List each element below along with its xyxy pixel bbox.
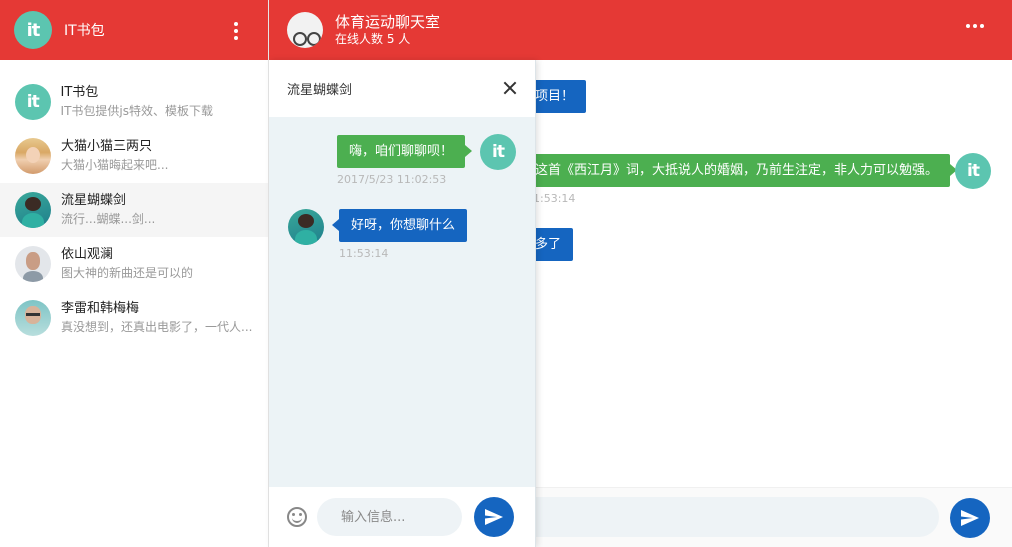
contact-name: 李雷和韩梅梅	[61, 301, 140, 316]
contact-item-it[interactable]: it IT书包 IT书包提供js特效、模板下载	[0, 75, 268, 129]
it-logo-avatar: it	[15, 84, 51, 120]
send-button[interactable]	[474, 497, 514, 537]
panel-header: 流星蝴蝶剑	[269, 60, 535, 117]
contact-last-message: 流行...蝴蝶...剑...	[61, 212, 156, 226]
room-menu-icon[interactable]	[966, 24, 984, 28]
sidebar-header: it IT书包	[0, 0, 268, 60]
message-bubble: 这首《西江月》词，大抵说人的婚姻，乃前生注定，非人力可以勉强。	[523, 154, 958, 187]
contact-name: IT书包	[60, 85, 99, 100]
contact-name: 流星蝴蝶剑	[61, 193, 127, 208]
contact-item-lilei[interactable]: 李雷和韩梅梅 真没想到，还真出电影了，一代人...	[0, 291, 268, 345]
it-logo-avatar: it	[955, 153, 991, 189]
room-header: 体育运动聊天室 在线人数 5 人	[269, 0, 1012, 60]
app-title: IT书包	[64, 23, 105, 39]
it-logo-avatar: it	[480, 134, 516, 170]
contact-item-damao[interactable]: 大猫小猫三两只 大猫小猫晦起来吧...	[0, 129, 268, 183]
contact-name: 依山观澜	[61, 247, 114, 262]
cyclist-avatar	[287, 12, 323, 48]
teal-shirt-man-avatar	[15, 192, 51, 228]
glasses-man-avatar	[15, 300, 51, 336]
blonde-woman-avatar	[15, 138, 51, 174]
app-logo: it	[14, 11, 52, 49]
chat-app: it IT书包 it IT书包 IT书包提供js特效、模板下载 大猫小猫三两只 …	[0, 0, 1012, 547]
contact-last-message: 图大神的新曲还是可以的	[61, 266, 194, 280]
message-time: 2017/5/23 11:02:53	[337, 173, 447, 186]
contact-item-yishan[interactable]: 依山观澜 图大神的新曲还是可以的	[0, 237, 268, 291]
send-icon	[485, 509, 503, 525]
contact-item-liuxing[interactable]: 流星蝴蝶剑 流行...蝴蝶...剑...	[0, 183, 268, 237]
panel-title: 流星蝴蝶剑	[287, 83, 353, 98]
online-count: 在线人数 5 人	[335, 32, 411, 46]
panel-input-bar	[269, 487, 535, 547]
teal-shirt-man-avatar	[288, 209, 324, 245]
contact-last-message: 真没想到，还真出电影了，一代人...	[61, 320, 253, 334]
private-message-input[interactable]	[317, 498, 462, 536]
contact-last-message: 大猫小猫晦起来吧...	[61, 158, 169, 172]
contact-list: it IT书包 IT书包提供js特效、模板下载 大猫小猫三两只 大猫小猫晦起来吧…	[0, 60, 268, 345]
message-time: 1:53:14	[533, 192, 576, 205]
private-chat-panel: 流星蝴蝶剑 嗨，咱们聊聊呗！ it 2017/5/23 11:02:53 好呀，…	[269, 60, 536, 547]
close-icon[interactable]	[503, 81, 517, 95]
sidebar-menu-icon[interactable]	[234, 22, 238, 40]
contact-sidebar: it IT书包 it IT书包 IT书包提供js特效、模板下载 大猫小猫三两只 …	[0, 0, 269, 547]
room-title: 体育运动聊天室	[335, 13, 441, 31]
contact-last-message: IT书包提供js特效、模板下载	[60, 104, 213, 118]
room-message-input[interactable]	[509, 497, 939, 537]
message-time: 11:53:14	[339, 247, 389, 260]
message-bubble: 嗨，咱们聊聊呗！	[337, 135, 473, 168]
bearded-man-avatar	[15, 246, 51, 282]
send-icon	[961, 510, 979, 526]
message-bubble: 好呀，你想聊什么	[331, 209, 468, 242]
send-button[interactable]	[950, 498, 990, 538]
emoji-icon[interactable]	[287, 507, 307, 527]
contact-name: 大猫小猫三两只	[61, 139, 153, 154]
